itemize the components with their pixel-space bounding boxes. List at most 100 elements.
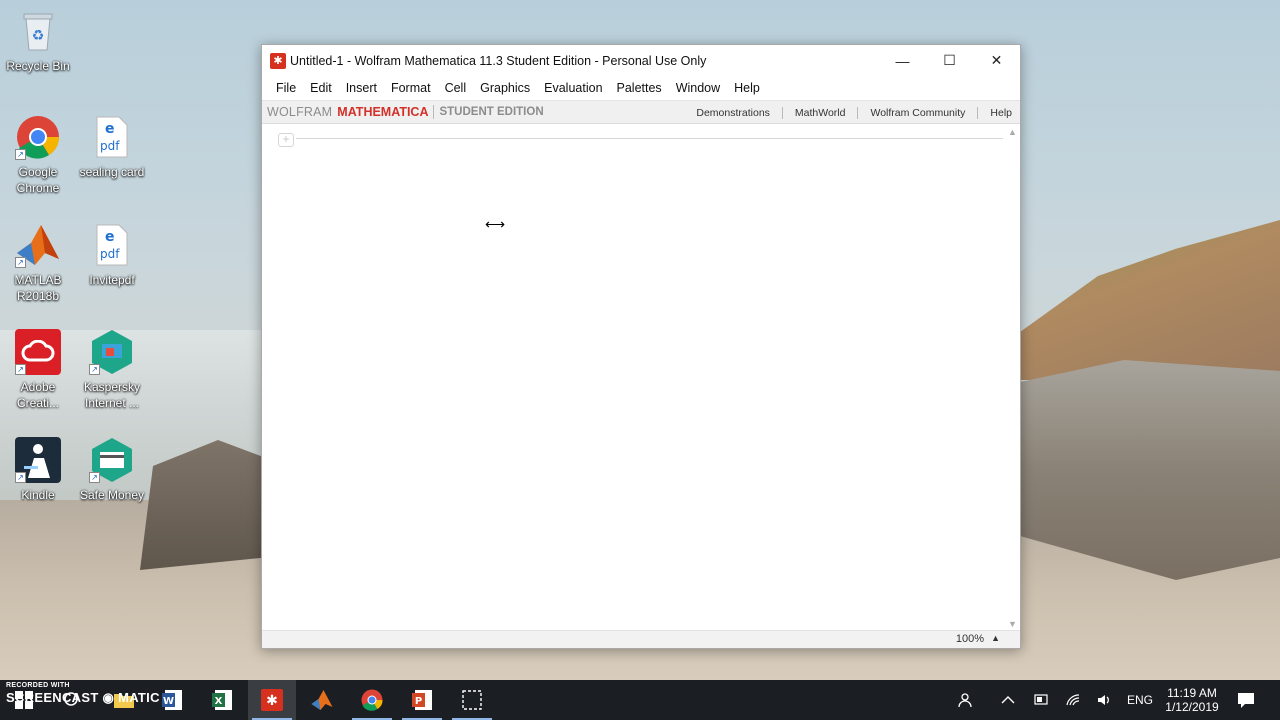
cell-insertion-line [296, 138, 1003, 139]
taskbar: W X ✱ P ENG 11:19 AM 1/12/2019 [0, 680, 1280, 720]
zoom-up-icon[interactable]: ▲ [991, 633, 1000, 643]
desktop-icon-label: Kindle [21, 488, 55, 502]
window-controls: — ☐ ✕ [879, 45, 1020, 76]
cell-insertion-plus-icon[interactable]: + [278, 133, 294, 147]
desktop-icon-label: Google Chrome [16, 165, 60, 195]
notebook-area[interactable]: + ▲ ▼ [262, 125, 1020, 631]
minimize-button[interactable]: — [879, 45, 926, 76]
menu-evaluation[interactable]: Evaluation [537, 81, 609, 95]
scroll-down-icon[interactable]: ▼ [1008, 619, 1017, 629]
desktop-icon-label: Invitepdf [89, 273, 135, 287]
brand-mathematica: MATHEMATICA [337, 105, 429, 119]
recording-watermark: RECORDED WITH SCREENCAST ◉ MATIC [6, 682, 160, 706]
desktop-icon-adobe-creative-cloud[interactable]: ↗ Adobe Creati... [0, 329, 76, 411]
svg-text:♻: ♻ [32, 28, 45, 44]
shortcut-arrow-icon: ↗ [89, 472, 100, 483]
brand-toolbar: WOLFRAM MATHEMATICA STUDENT EDITION Demo… [262, 100, 1020, 124]
link-mathworld[interactable]: MathWorld [795, 107, 846, 119]
menu-file[interactable]: File [269, 81, 303, 95]
desktop-icon-label: MATLAB R2018b [14, 273, 62, 303]
desktop-icon-kindle[interactable]: ↗ Kindle [0, 437, 76, 503]
shortcut-arrow-icon: ↗ [89, 364, 100, 375]
people-icon[interactable] [958, 680, 976, 720]
watermark-recorded-with: RECORDED WITH [6, 682, 70, 689]
menu-insert[interactable]: Insert [339, 81, 384, 95]
desktop-icon-sealing-card[interactable]: e pdf sealing card [74, 114, 150, 180]
zoom-level[interactable]: 100% [956, 633, 984, 645]
link-wolfram-community[interactable]: Wolfram Community [870, 107, 965, 119]
shortcut-arrow-icon: ↗ [15, 472, 26, 483]
pdf-file-icon: e pdf [89, 222, 135, 268]
desktop-icon-safe-money[interactable]: ↗ Safe Money [74, 437, 150, 503]
menu-window[interactable]: Window [669, 81, 727, 95]
desktop-icon-recycle-bin[interactable]: ♻ Recycle Bin [0, 8, 76, 74]
desktop-icon-invitepdf[interactable]: e pdf Invitepdf [74, 222, 150, 288]
brand-edition: STUDENT EDITION [439, 106, 544, 118]
clock[interactable]: 11:19 AM 1/12/2019 [1160, 680, 1224, 720]
taskbar-chrome[interactable] [348, 680, 396, 720]
shortcut-arrow-icon: ↗ [15, 364, 26, 375]
volume-icon[interactable] [1096, 680, 1114, 720]
adobe-creative-cloud-icon: ↗ [15, 329, 61, 375]
desktop-icon-kaspersky[interactable]: ↗ Kaspersky Internet ... [74, 329, 150, 411]
desktop-icon-label: Recycle Bin [6, 59, 70, 73]
taskbar-powerpoint[interactable]: P [398, 680, 446, 720]
svg-text:pdf: pdf [100, 247, 120, 261]
link-help[interactable]: Help [990, 107, 1012, 119]
brand-wolfram: WOLFRAM [267, 105, 333, 119]
matlab-icon: ↗ [15, 222, 61, 268]
menu-palettes[interactable]: Palettes [610, 81, 669, 95]
desktop-icon-matlab[interactable]: ↗ MATLAB R2018b [0, 222, 76, 304]
close-button[interactable]: ✕ [973, 45, 1020, 76]
action-center-icon[interactable] [1236, 680, 1256, 720]
link-divider [781, 107, 783, 119]
svg-text:e: e [105, 229, 115, 245]
battery-icon[interactable] [1032, 680, 1050, 720]
taskbar-matlab[interactable] [298, 680, 346, 720]
resource-links: Demonstrations MathWorld Wolfram Communi… [696, 101, 1012, 125]
wifi-icon[interactable] [1066, 680, 1084, 720]
taskbar-excel[interactable]: X [198, 680, 246, 720]
menu-edit[interactable]: Edit [303, 81, 339, 95]
menu-bar: File Edit Insert Format Cell Graphics Ev… [262, 76, 1020, 100]
maximize-button[interactable]: ☐ [926, 45, 973, 76]
taskbar-snipping-tool[interactable] [448, 680, 496, 720]
clock-date: 1/12/2019 [1165, 700, 1219, 714]
svg-text:W: W [163, 696, 174, 707]
desktop-icon-label: sealing card [79, 165, 145, 179]
taskbar-mathematica[interactable]: ✱ [248, 680, 296, 720]
menu-cell[interactable]: Cell [438, 81, 474, 95]
desktop-icon-google-chrome[interactable]: ↗ Google Chrome [0, 114, 76, 196]
language-indicator[interactable]: ENG [1127, 680, 1153, 720]
svg-text:e: e [105, 121, 115, 137]
vertical-scrollbar[interactable]: ▲ ▼ [1006, 125, 1020, 631]
mathematica-window[interactable]: ✱ Untitled-1 - Wolfram Mathematica 11.3 … [261, 44, 1021, 649]
desktop-icon-label: Adobe Creati... [16, 380, 59, 410]
svg-text:P: P [415, 696, 422, 707]
recycle-bin-icon: ♻ [15, 8, 61, 54]
menu-format[interactable]: Format [384, 81, 438, 95]
kaspersky-icon: ↗ [89, 329, 135, 375]
watermark-matic: MATIC [118, 690, 160, 705]
svg-text:X: X [215, 696, 223, 707]
menu-graphics[interactable]: Graphics [473, 81, 537, 95]
link-divider [977, 107, 979, 119]
brand-divider [433, 105, 435, 119]
pdf-file-icon: e pdf [89, 114, 135, 160]
wallpaper-rocks [1020, 360, 1280, 580]
watermark-screencast: SCREENCAST [6, 690, 99, 705]
link-demonstrations[interactable]: Demonstrations [696, 107, 770, 119]
shortcut-arrow-icon: ↗ [15, 257, 26, 268]
svg-text:pdf: pdf [100, 139, 120, 153]
chrome-icon: ↗ [15, 114, 61, 160]
mouse-cursor-icon: ⟷ [485, 216, 506, 232]
show-hidden-icons-chevron-icon[interactable] [1000, 680, 1016, 720]
watermark-logo: SCREENCAST ◉ MATIC [6, 690, 160, 706]
scroll-up-icon[interactable]: ▲ [1008, 127, 1017, 137]
watermark-o-icon: ◉ [102, 690, 115, 705]
title-bar[interactable]: ✱ Untitled-1 - Wolfram Mathematica 11.3 … [262, 45, 1020, 76]
desktop-icon-label: Safe Money [79, 488, 145, 502]
menu-help[interactable]: Help [727, 81, 767, 95]
clock-time: 11:19 AM [1167, 686, 1217, 700]
mathematica-app-icon[interactable]: ✱ [270, 52, 286, 69]
